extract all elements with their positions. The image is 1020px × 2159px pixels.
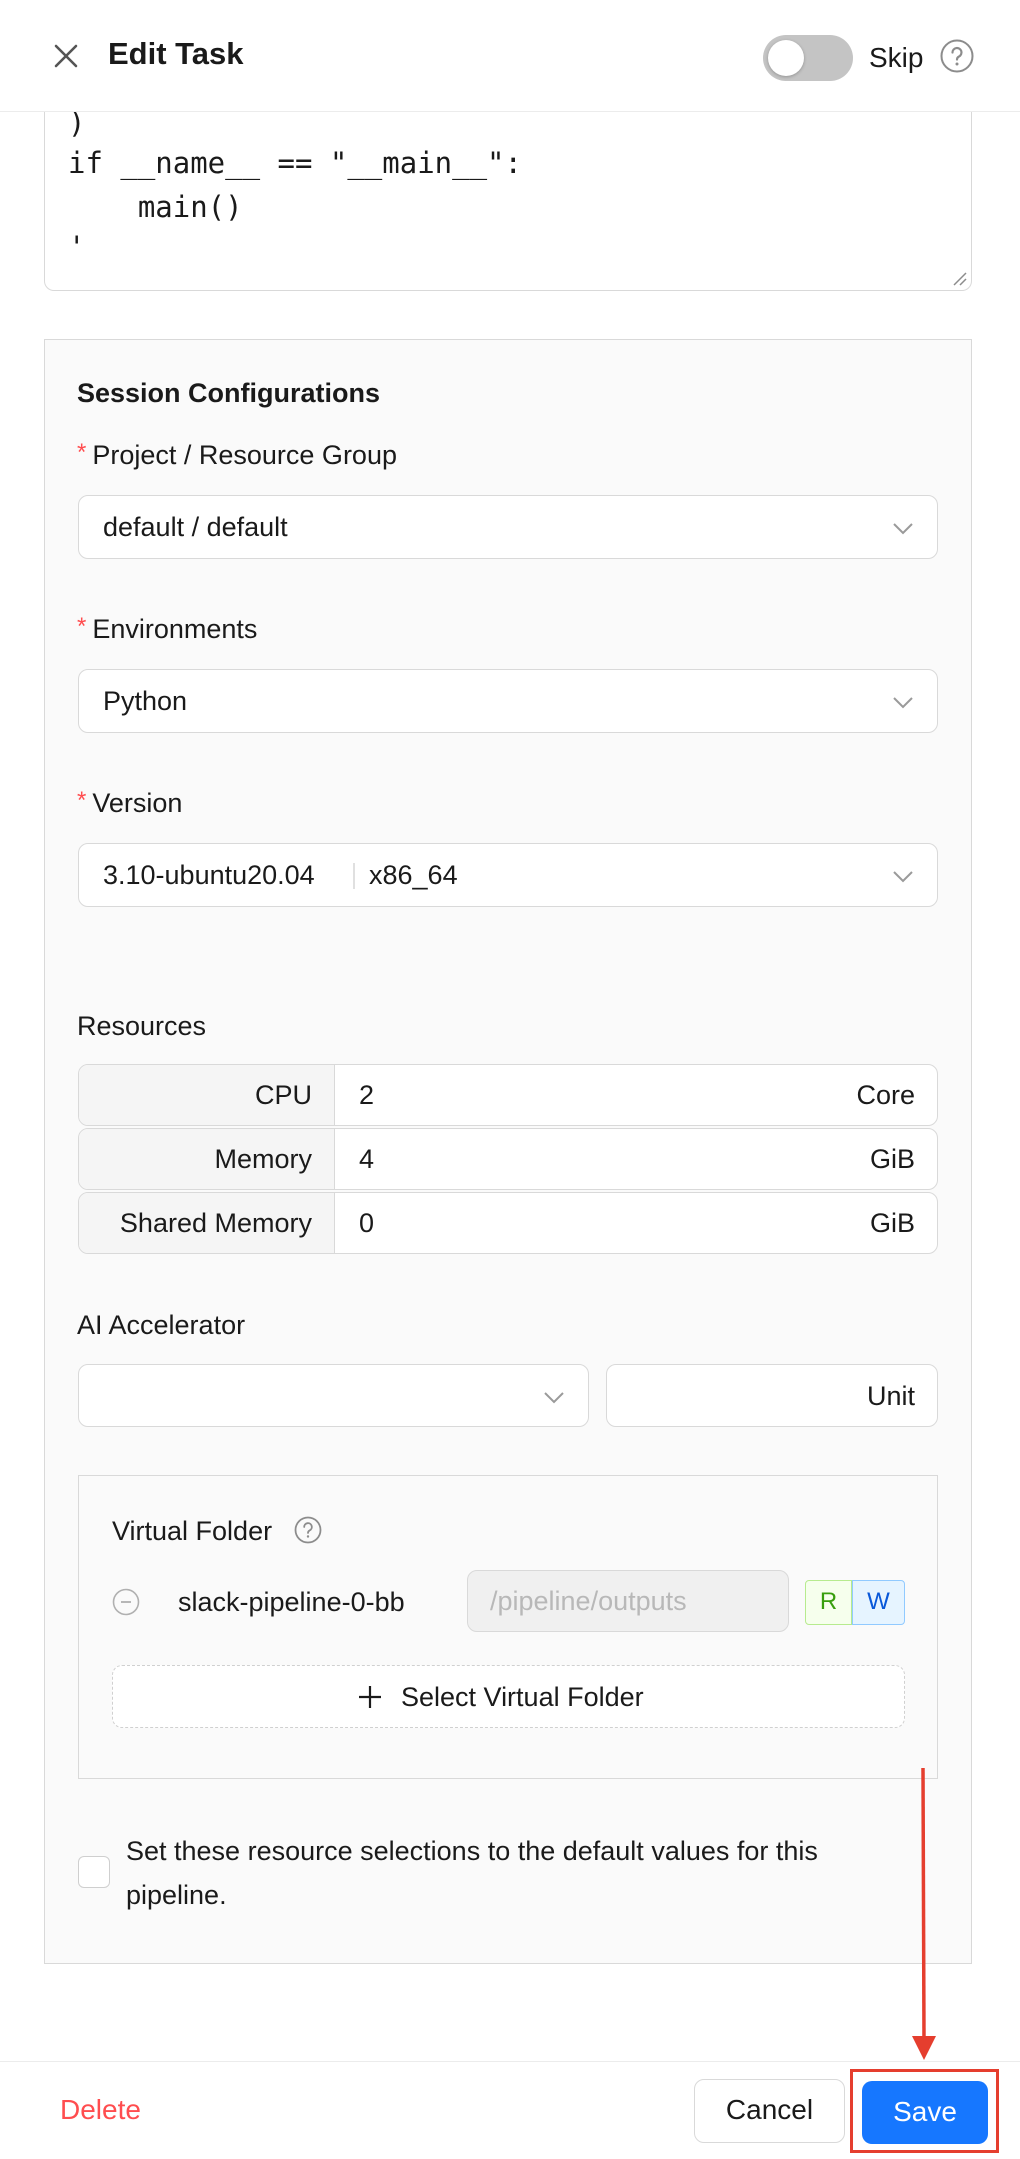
chevron-down-icon: [893, 523, 913, 535]
version-select-value: 3.10-ubuntu20.04: [103, 860, 315, 890]
drawer-header: Edit Task Skip: [0, 0, 1020, 112]
default-values-label: Set these resource selections to the def…: [126, 1836, 818, 1910]
virtual-folder-path-input[interactable]: /pipeline/outputs: [467, 1570, 789, 1632]
chevron-down-icon: [893, 871, 913, 883]
select-virtual-folder-button[interactable]: Select Virtual Folder: [112, 1665, 905, 1728]
resource-row-cpu[interactable]: CPU 2 Core: [78, 1064, 938, 1126]
resource-unit: Core: [856, 1080, 915, 1110]
accelerator-amount-input[interactable]: Unit: [606, 1364, 938, 1427]
required-mark: *: [77, 439, 87, 466]
resource-unit: GiB: [869, 1144, 915, 1174]
resource-value: 2: [359, 1080, 375, 1110]
accelerator-select[interactable]: [78, 1364, 589, 1427]
resize-handle-icon[interactable]: [951, 270, 967, 286]
virtual-folder-name: slack-pipeline-0-bb: [178, 1587, 405, 1617]
accelerator-unit: Unit: [866, 1381, 915, 1411]
environments-select[interactable]: Python: [78, 669, 938, 733]
cancel-button[interactable]: Cancel: [694, 2079, 845, 2143]
version-label: * Version: [77, 787, 183, 819]
skip-toggle[interactable]: [763, 35, 853, 81]
version-arch-value: x86_64: [369, 860, 458, 890]
close-icon[interactable]: [48, 38, 84, 74]
code-line: ': [68, 230, 86, 264]
permission-write-button[interactable]: W: [852, 1580, 905, 1625]
resource-value: 4: [359, 1144, 375, 1174]
toggle-knob: [768, 40, 804, 76]
resource-addon: CPU: [79, 1065, 335, 1125]
help-icon[interactable]: [293, 1515, 323, 1545]
environments-select-value: Python: [103, 686, 188, 716]
plus-icon: [359, 1686, 381, 1708]
resource-addon: Shared Memory: [79, 1193, 335, 1253]
code-line: main(): [68, 190, 243, 224]
version-select[interactable]: 3.10-ubuntu20.04 x86_64: [78, 843, 938, 907]
chevron-down-icon: [893, 697, 913, 709]
project-label: * Project / Resource Group: [77, 439, 397, 471]
resource-row-memory[interactable]: Memory 4 GiB: [78, 1128, 938, 1190]
help-icon[interactable]: [939, 38, 975, 74]
virtual-folder-label: Virtual Folder: [112, 1516, 273, 1546]
page-title: Edit Task: [108, 36, 244, 71]
resource-unit: GiB: [869, 1208, 915, 1238]
virtual-folder-path-placeholder: /pipeline/outputs: [490, 1586, 687, 1616]
resources-label: Resources: [77, 1011, 207, 1041]
resource-addon: Memory: [79, 1129, 335, 1189]
select-virtual-folder-label: Select Virtual Folder: [401, 1682, 644, 1712]
section-title: Session Configurations: [77, 378, 381, 408]
chevron-down-icon: [544, 1392, 564, 1404]
delete-button[interactable]: Delete: [60, 2094, 141, 2126]
code-editor[interactable]: ) if __name__ == "__main__": main() ': [44, 100, 972, 291]
resource-name: Memory: [214, 1144, 312, 1174]
code-line: if __name__ == "__main__":: [68, 146, 522, 180]
required-mark: *: [77, 613, 87, 640]
permission-read-button[interactable]: R: [805, 1580, 852, 1625]
accelerator-label: AI Accelerator: [77, 1310, 246, 1340]
divider: [353, 863, 355, 889]
project-select-value: default / default: [103, 512, 288, 542]
default-values-checkbox[interactable]: [78, 1856, 110, 1888]
skip-label: Skip: [869, 42, 924, 73]
version-label-text: Version: [92, 788, 183, 818]
save-highlight-box: [850, 2069, 999, 2153]
minus-circle-icon[interactable]: [111, 1587, 141, 1617]
project-select[interactable]: default / default: [78, 495, 938, 559]
required-mark: *: [77, 787, 87, 814]
resource-name: Shared Memory: [119, 1208, 312, 1238]
resource-row-shared-memory[interactable]: Shared Memory 0 GiB: [78, 1192, 938, 1254]
resource-name: CPU: [254, 1080, 312, 1110]
environments-label-text: Environments: [92, 614, 258, 644]
resource-value: 0: [359, 1208, 375, 1238]
project-label-text: Project / Resource Group: [92, 440, 397, 470]
environments-label: * Environments: [77, 613, 258, 645]
